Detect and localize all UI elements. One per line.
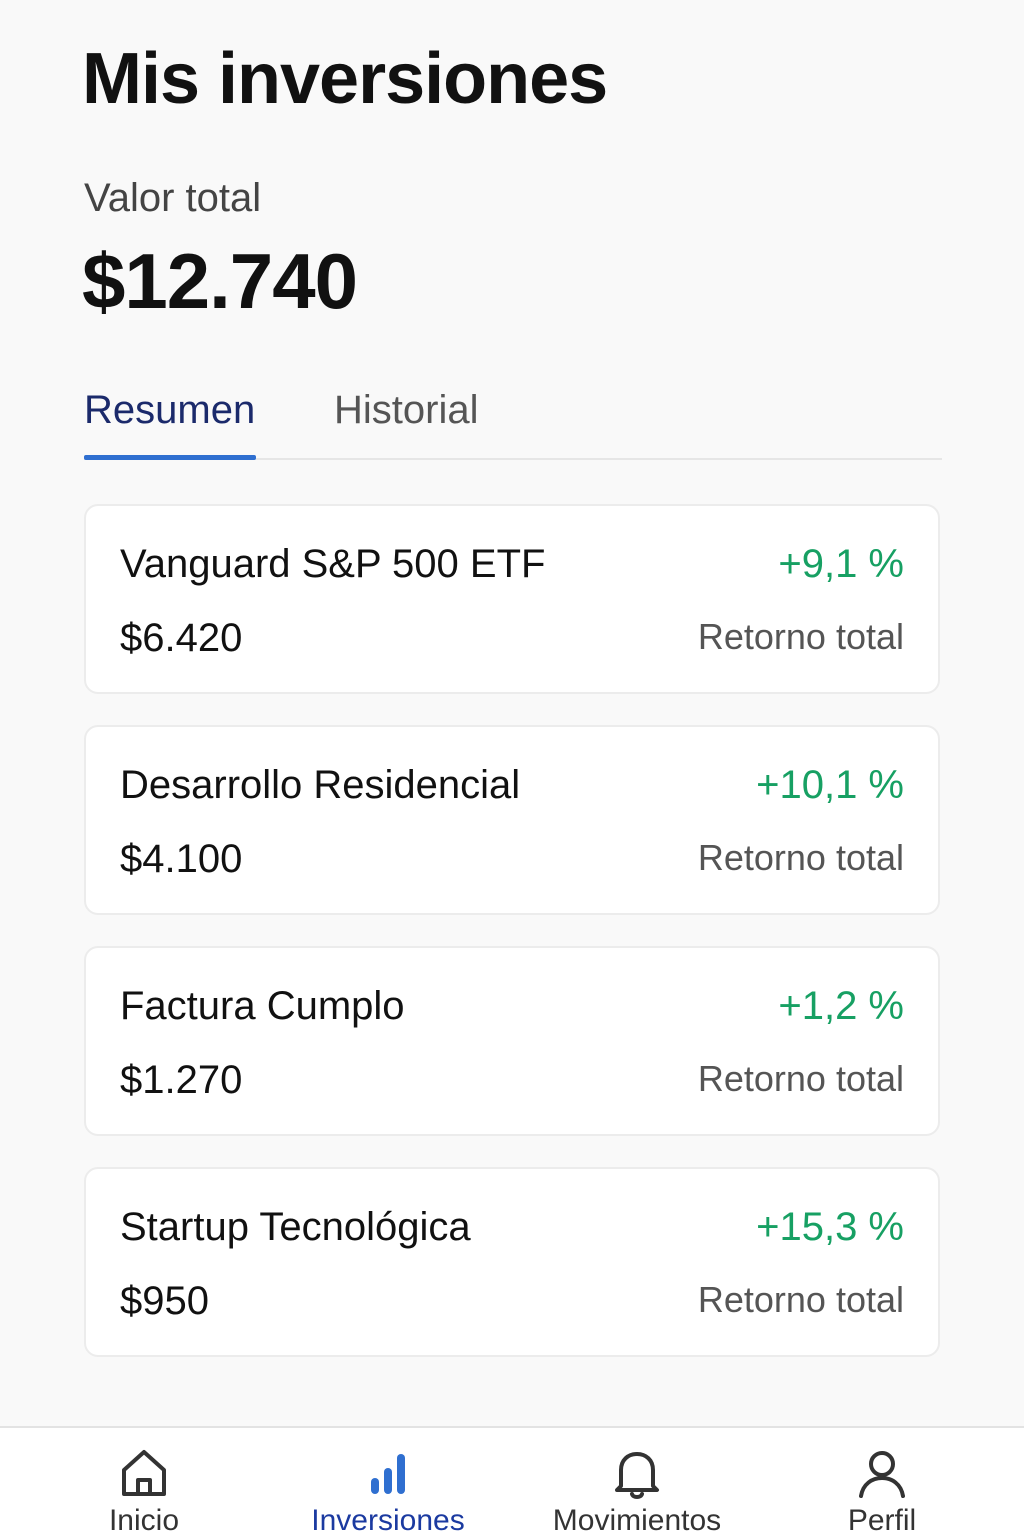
active-tab-indicator	[84, 455, 256, 460]
investment-return: +1,2 %	[778, 984, 904, 1028]
bar-chart-icon	[371, 1454, 405, 1494]
investment-amount: $6.420	[120, 616, 243, 660]
investment-amount: $4.100	[120, 837, 243, 881]
investment-card[interactable]: Startup Tecnológica $950 +15,3 % Retorno…	[84, 1167, 940, 1357]
page-title: Mis inversiones	[82, 39, 608, 119]
nav-item-inicio[interactable]: Inicio	[34, 1446, 254, 1538]
investment-amount: $1.270	[120, 1058, 243, 1102]
bottom-nav: Inicio Inversiones Movimientos Perfil	[0, 1426, 1024, 1538]
investment-return-label: Retorno total	[697, 1058, 904, 1099]
investment-card[interactable]: Factura Cumplo $1.270 +1,2 % Retorno tot…	[84, 946, 940, 1136]
investment-card[interactable]: Desarrollo Residencial $4.100 +10,1 % Re…	[84, 725, 940, 915]
nav-item-movimientos[interactable]: Movimientos	[527, 1446, 747, 1538]
tab-resumen[interactable]: Resumen	[84, 388, 255, 433]
user-icon	[859, 1451, 905, 1498]
bell-icon	[615, 1452, 659, 1499]
total-value-amount: $12.740	[82, 237, 358, 325]
nav-label-perfil: Perfil	[847, 1504, 917, 1537]
investment-return-label: Retorno total	[697, 616, 904, 657]
investment-name: Desarrollo Residencial	[120, 763, 521, 807]
nav-item-perfil[interactable]: Perfil	[772, 1446, 992, 1538]
nav-label-inicio: Inicio	[108, 1504, 180, 1537]
investment-return-label: Retorno total	[697, 1279, 904, 1320]
investment-card[interactable]: Vanguard S&P 500 ETF $6.420 +9,1 % Retor…	[84, 504, 940, 694]
investment-return: +10,1 %	[756, 763, 904, 807]
investment-name: Startup Tecnológica	[120, 1205, 471, 1249]
home-icon	[122, 1450, 166, 1496]
investment-name: Vanguard S&P 500 ETF	[120, 542, 546, 586]
nav-item-inversiones[interactable]: Inversiones	[278, 1446, 498, 1538]
nav-label-movimientos: Movimientos	[552, 1504, 722, 1537]
investment-return: +9,1 %	[778, 542, 904, 586]
nav-label-inversiones: Inversiones	[311, 1504, 465, 1537]
tab-bar: Resumen Historial	[84, 380, 942, 460]
investment-return-label: Retorno total	[697, 837, 904, 878]
investment-name: Factura Cumplo	[120, 984, 405, 1028]
tab-historial[interactable]: Historial	[334, 388, 478, 433]
total-value-label: Valor total	[84, 176, 262, 220]
investment-amount: $950	[120, 1279, 209, 1323]
investment-return: +15,3 %	[756, 1205, 904, 1249]
